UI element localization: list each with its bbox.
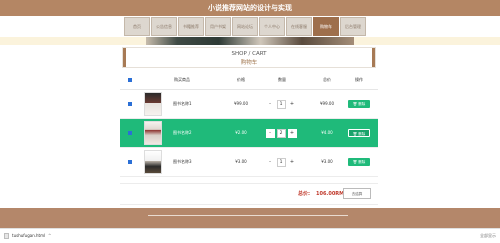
file-icon bbox=[4, 233, 9, 239]
header-price: 价格 bbox=[237, 77, 245, 82]
book-price: ¥3.00 bbox=[235, 159, 247, 164]
row-checkbox[interactable] bbox=[128, 131, 132, 135]
cart-summary: 总价: 106.00RMB 去结算 bbox=[120, 183, 378, 205]
trash-icon: 🗑 bbox=[352, 160, 358, 164]
nav-customer-service[interactable]: 在线客服 bbox=[286, 17, 312, 36]
nav-forum[interactable]: 网站论坛 bbox=[232, 17, 258, 36]
quantity-field[interactable]: 1 bbox=[276, 157, 286, 167]
quantity-stepper: - 1 + bbox=[261, 157, 301, 167]
quantity-field[interactable]: 1 bbox=[276, 99, 286, 109]
nav-home[interactable]: 首页 bbox=[124, 17, 150, 36]
row-checkbox[interactable] bbox=[128, 160, 132, 164]
footer-divider bbox=[148, 215, 348, 216]
table-header: 购买商品 价格 数量 总价 操作 bbox=[120, 71, 378, 90]
delete-button[interactable]: 🗑 删除 bbox=[348, 100, 370, 108]
site-footer bbox=[0, 208, 500, 228]
header-action: 操作 bbox=[355, 77, 363, 82]
book-cover-image[interactable] bbox=[144, 121, 162, 145]
increase-button[interactable]: + bbox=[287, 99, 297, 109]
row-subtotal: ¥4.00 bbox=[321, 130, 333, 135]
site-header: 小说推荐网站的设计与实现 bbox=[0, 0, 500, 16]
main-nav: 首页 公告信息 书籍推荐 用户书架 网站论坛 个人中心 在线客服 购物车 后台管… bbox=[124, 17, 366, 36]
row-subtotal: ¥3.00 bbox=[321, 159, 333, 164]
decrease-button[interactable]: - bbox=[265, 99, 275, 109]
decrease-button[interactable]: - bbox=[265, 157, 275, 167]
delete-label: 删除 bbox=[358, 160, 366, 164]
chevron-up-icon[interactable]: ^ bbox=[48, 229, 51, 243]
row-checkbox[interactable] bbox=[128, 102, 132, 106]
nav-cart[interactable]: 购物车 bbox=[313, 17, 339, 36]
decrease-button[interactable]: - bbox=[265, 128, 275, 138]
increase-button[interactable]: + bbox=[287, 128, 297, 138]
book-price: ¥99.00 bbox=[234, 101, 248, 106]
banner-image bbox=[146, 37, 354, 45]
nav-profile[interactable]: 个人中心 bbox=[259, 17, 285, 36]
row-subtotal: ¥99.00 bbox=[320, 101, 334, 106]
checkout-button[interactable]: 去结算 bbox=[343, 188, 371, 199]
trash-icon: 🗑 bbox=[352, 132, 358, 136]
book-cover-image[interactable] bbox=[144, 92, 162, 116]
delete-label: 删除 bbox=[358, 102, 366, 106]
quantity-field[interactable]: 2 bbox=[276, 128, 286, 138]
trash-icon: 🗑 bbox=[352, 102, 358, 106]
header-qty: 数量 bbox=[278, 77, 286, 82]
cart-table: 购买商品 价格 数量 总价 操作 图书名称1 ¥99.00 - 1 + ¥99.… bbox=[120, 71, 378, 177]
nav-book-recommend[interactable]: 书籍推荐 bbox=[178, 17, 204, 36]
delete-button[interactable]: 🗑 删除 bbox=[348, 129, 370, 137]
cart-title-card: SHOP / CART 购物车 bbox=[122, 47, 376, 68]
downloads-bar: tushufugan.html ^ 全部显示 bbox=[0, 228, 500, 243]
cart-title-en: SHOP / CART bbox=[231, 51, 267, 57]
nav-announcements[interactable]: 公告信息 bbox=[151, 17, 177, 36]
book-name[interactable]: 图书名称2 bbox=[173, 119, 192, 147]
cart-row: 图书名称1 ¥99.00 - 1 + ¥99.00 🗑 删除 bbox=[120, 90, 378, 119]
site-title: 小说推荐网站的设计与实现 bbox=[208, 4, 292, 12]
header-total: 总价 bbox=[323, 77, 331, 82]
book-price: ¥2.00 bbox=[235, 130, 247, 135]
show-all-downloads[interactable]: 全部显示 bbox=[480, 229, 496, 243]
header-product: 购买商品 bbox=[174, 77, 190, 82]
quantity-stepper: - 2 + bbox=[261, 128, 301, 138]
delete-label: 删除 bbox=[358, 132, 366, 136]
nav-user-shelf[interactable]: 用户书架 bbox=[205, 17, 231, 36]
delete-button[interactable]: 🗑 删除 bbox=[348, 158, 370, 166]
cart-title-zh: 购物车 bbox=[240, 60, 258, 66]
select-all-checkbox[interactable] bbox=[128, 78, 132, 82]
quantity-stepper: - 1 + bbox=[261, 99, 301, 109]
book-name[interactable]: 图书名称1 bbox=[173, 90, 192, 118]
total-label: 总价: bbox=[298, 191, 310, 197]
cart-row: 图书名称3 ¥3.00 - 1 + ¥3.00 🗑 删除 bbox=[120, 148, 378, 177]
book-cover-image[interactable] bbox=[144, 150, 162, 174]
book-name[interactable]: 图书名称3 bbox=[173, 148, 192, 176]
download-filename[interactable]: tushufugan.html bbox=[12, 229, 45, 243]
cart-row: 图书名称2 ¥2.00 - 2 + ¥4.00 🗑 删除 bbox=[120, 119, 378, 148]
nav-admin[interactable]: 后台管理 bbox=[340, 17, 366, 36]
increase-button[interactable]: + bbox=[287, 157, 297, 167]
